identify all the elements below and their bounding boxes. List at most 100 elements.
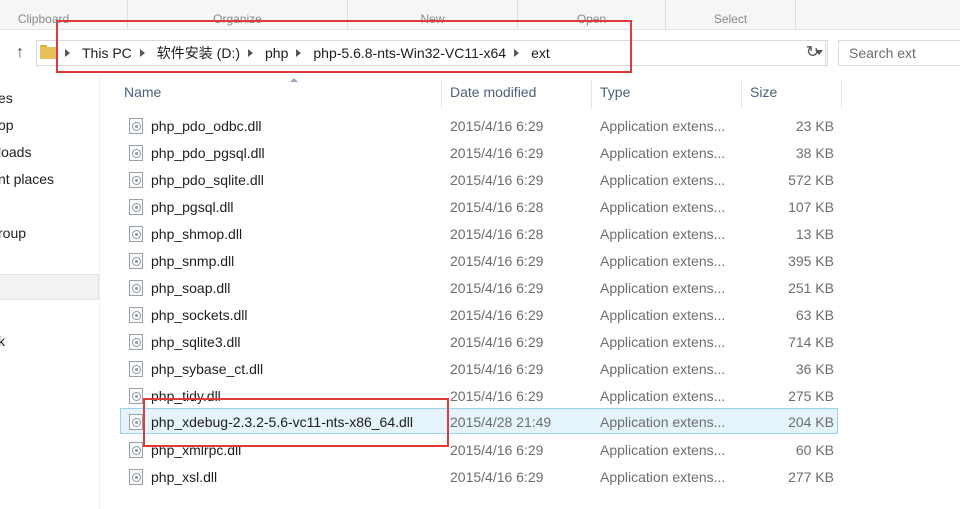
table-row[interactable]: php_xsl.dll 2015/4/16 6:29 Application e… xyxy=(120,463,838,489)
column-header-type[interactable]: Type xyxy=(592,80,742,108)
dll-file-icon xyxy=(129,442,143,458)
nav-item-homegroup[interactable]: roup xyxy=(0,222,26,244)
sort-arrow-icon xyxy=(290,78,298,82)
file-type: Application extens... xyxy=(600,280,726,296)
file-type: Application extens... xyxy=(600,388,726,404)
file-name: php_soap.dll xyxy=(151,280,231,296)
chevron-right-icon[interactable] xyxy=(514,49,520,57)
file-size: 251 KB xyxy=(788,280,834,296)
table-row[interactable]: php_pgsql.dll 2015/4/16 6:28 Application… xyxy=(120,193,838,219)
file-size: 36 KB xyxy=(795,361,834,377)
dll-file-icon xyxy=(129,388,143,404)
file-name: php_shmop.dll xyxy=(151,226,243,242)
table-row[interactable]: php_sqlite3.dll 2015/4/16 6:29 Applicati… xyxy=(120,328,838,354)
file-name: php_pgsql.dll xyxy=(151,199,234,215)
breadcrumb-drive-d[interactable]: 软件安装 (D:) xyxy=(157,43,240,63)
file-date: 2015/4/16 6:29 xyxy=(450,307,544,323)
dll-file-icon xyxy=(129,145,143,161)
ribbon-label: Open xyxy=(576,12,607,26)
breadcrumb-php-version[interactable]: php-5.6.8-nts-Win32-VC11-x64 xyxy=(313,45,506,61)
ribbon-group-select[interactable]: Select xyxy=(666,0,796,30)
nav-item-downloads[interactable]: loads xyxy=(0,141,31,163)
table-row[interactable]: php_tidy.dll 2015/4/16 6:29 Application … xyxy=(120,382,838,408)
file-list: Name Date modified Type Size php_pdo_odb… xyxy=(100,76,960,509)
table-row[interactable]: php_pdo_sqlite.dll 2015/4/16 6:29 Applic… xyxy=(120,166,838,192)
dll-file-icon xyxy=(129,361,143,377)
file-type: Application extens... xyxy=(600,118,726,134)
ribbon-group-clipboard[interactable]: Clipboard xyxy=(0,0,128,30)
dll-file-icon xyxy=(129,334,143,350)
file-name: php_tidy.dll xyxy=(151,388,221,404)
file-size: 204 KB xyxy=(788,414,834,430)
file-type: Application extens... xyxy=(600,361,726,377)
file-date: 2015/4/16 6:29 xyxy=(450,469,544,485)
dll-file-icon xyxy=(129,307,143,323)
nav-item-network[interactable]: k xyxy=(0,330,5,352)
file-date: 2015/4/28 21:49 xyxy=(450,414,552,430)
refresh-icon[interactable]: ↻ xyxy=(800,40,826,66)
file-name: php_xmlrpc.dll xyxy=(151,442,242,458)
table-row[interactable]: php_sockets.dll 2015/4/16 6:29 Applicati… xyxy=(120,301,838,327)
nav-item-recent-places[interactable]: nt places xyxy=(0,168,54,190)
breadcrumb: This PC 软件安装 (D:) php php-5.6.8-nts-Win3… xyxy=(61,41,550,65)
ribbon-label: Organize xyxy=(213,12,262,26)
breadcrumb-this-pc[interactable]: This PC xyxy=(82,45,132,61)
table-row[interactable]: php_sybase_ct.dll 2015/4/16 6:29 Applica… xyxy=(120,355,838,381)
file-date: 2015/4/16 6:29 xyxy=(450,118,544,134)
file-name: php_sockets.dll xyxy=(151,307,248,323)
address-row: ↑ This PC 软件安装 (D:) php php-5.6.8-nts-Wi… xyxy=(0,30,960,76)
dll-file-icon xyxy=(129,469,143,485)
dll-file-icon xyxy=(129,118,143,134)
dll-file-icon xyxy=(129,280,143,296)
chevron-right-icon[interactable] xyxy=(248,49,254,57)
file-date: 2015/4/16 6:29 xyxy=(450,442,544,458)
table-row[interactable]: php_pdo_odbc.dll 2015/4/16 6:29 Applicat… xyxy=(120,112,838,138)
file-name: php_sqlite3.dll xyxy=(151,334,241,350)
file-type: Application extens... xyxy=(600,226,726,242)
file-size: 714 KB xyxy=(788,334,834,350)
file-name: php_sybase_ct.dll xyxy=(151,361,264,377)
ribbon-group-new[interactable]: New xyxy=(348,0,518,30)
chevron-right-icon[interactable] xyxy=(65,49,70,57)
chevron-right-icon[interactable] xyxy=(296,49,302,57)
ribbon-label: Select xyxy=(713,12,748,26)
chevron-right-icon[interactable] xyxy=(139,49,145,57)
file-name: php_pdo_pgsql.dll xyxy=(151,145,265,161)
table-row-selected[interactable]: php_xdebug-2.3.2-5.6-vc11-nts-x86_64.dll… xyxy=(120,408,838,434)
column-header-type-label: Type xyxy=(600,84,631,100)
table-row[interactable]: php_pdo_pgsql.dll 2015/4/16 6:29 Applica… xyxy=(120,139,838,165)
file-type: Application extens... xyxy=(600,307,726,323)
file-size: 277 KB xyxy=(788,469,834,485)
breadcrumb-ext[interactable]: ext xyxy=(531,45,550,61)
nav-item-selected[interactable] xyxy=(0,274,99,300)
table-row[interactable]: php_soap.dll 2015/4/16 6:29 Application … xyxy=(120,274,838,300)
dll-file-icon xyxy=(129,199,143,215)
nav-item-desktop[interactable]: op xyxy=(0,114,14,136)
breadcrumb-php[interactable]: php xyxy=(265,45,288,61)
file-name: php_xsl.dll xyxy=(151,469,218,485)
table-row[interactable]: php_snmp.dll 2015/4/16 6:29 Application … xyxy=(120,247,838,273)
up-arrow-icon[interactable]: ↑ xyxy=(10,42,30,64)
file-type: Application extens... xyxy=(600,334,726,350)
file-size: 60 KB xyxy=(795,442,834,458)
search-input[interactable] xyxy=(838,40,960,66)
table-row[interactable]: php_xmlrpc.dll 2015/4/16 6:29 Applicatio… xyxy=(120,436,838,462)
file-type: Application extens... xyxy=(600,172,726,188)
address-bar[interactable]: This PC 软件安装 (D:) php php-5.6.8-nts-Win3… xyxy=(36,40,828,66)
column-header-name[interactable]: Name xyxy=(116,78,442,108)
navigation-pane: es op loads nt places roup k xyxy=(0,76,100,509)
dll-file-icon xyxy=(129,172,143,188)
file-type: Application extens... xyxy=(600,253,726,269)
column-header-size[interactable]: Size xyxy=(742,80,842,108)
nav-item-favorites[interactable]: es xyxy=(0,87,13,109)
ribbon-label: Clipboard xyxy=(17,12,70,26)
column-header-date[interactable]: Date modified xyxy=(442,80,592,108)
file-name: php_pdo_odbc.dll xyxy=(151,118,262,134)
file-date: 2015/4/16 6:29 xyxy=(450,145,544,161)
ribbon-group-open[interactable]: Open xyxy=(518,0,666,30)
file-size: 63 KB xyxy=(795,307,834,323)
table-row[interactable]: php_shmop.dll 2015/4/16 6:28 Application… xyxy=(120,220,838,246)
file-name: php_xdebug-2.3.2-5.6-vc11-nts-x86_64.dll xyxy=(151,414,414,430)
dll-file-icon xyxy=(129,414,143,430)
ribbon-group-organize[interactable]: Organize xyxy=(128,0,348,30)
